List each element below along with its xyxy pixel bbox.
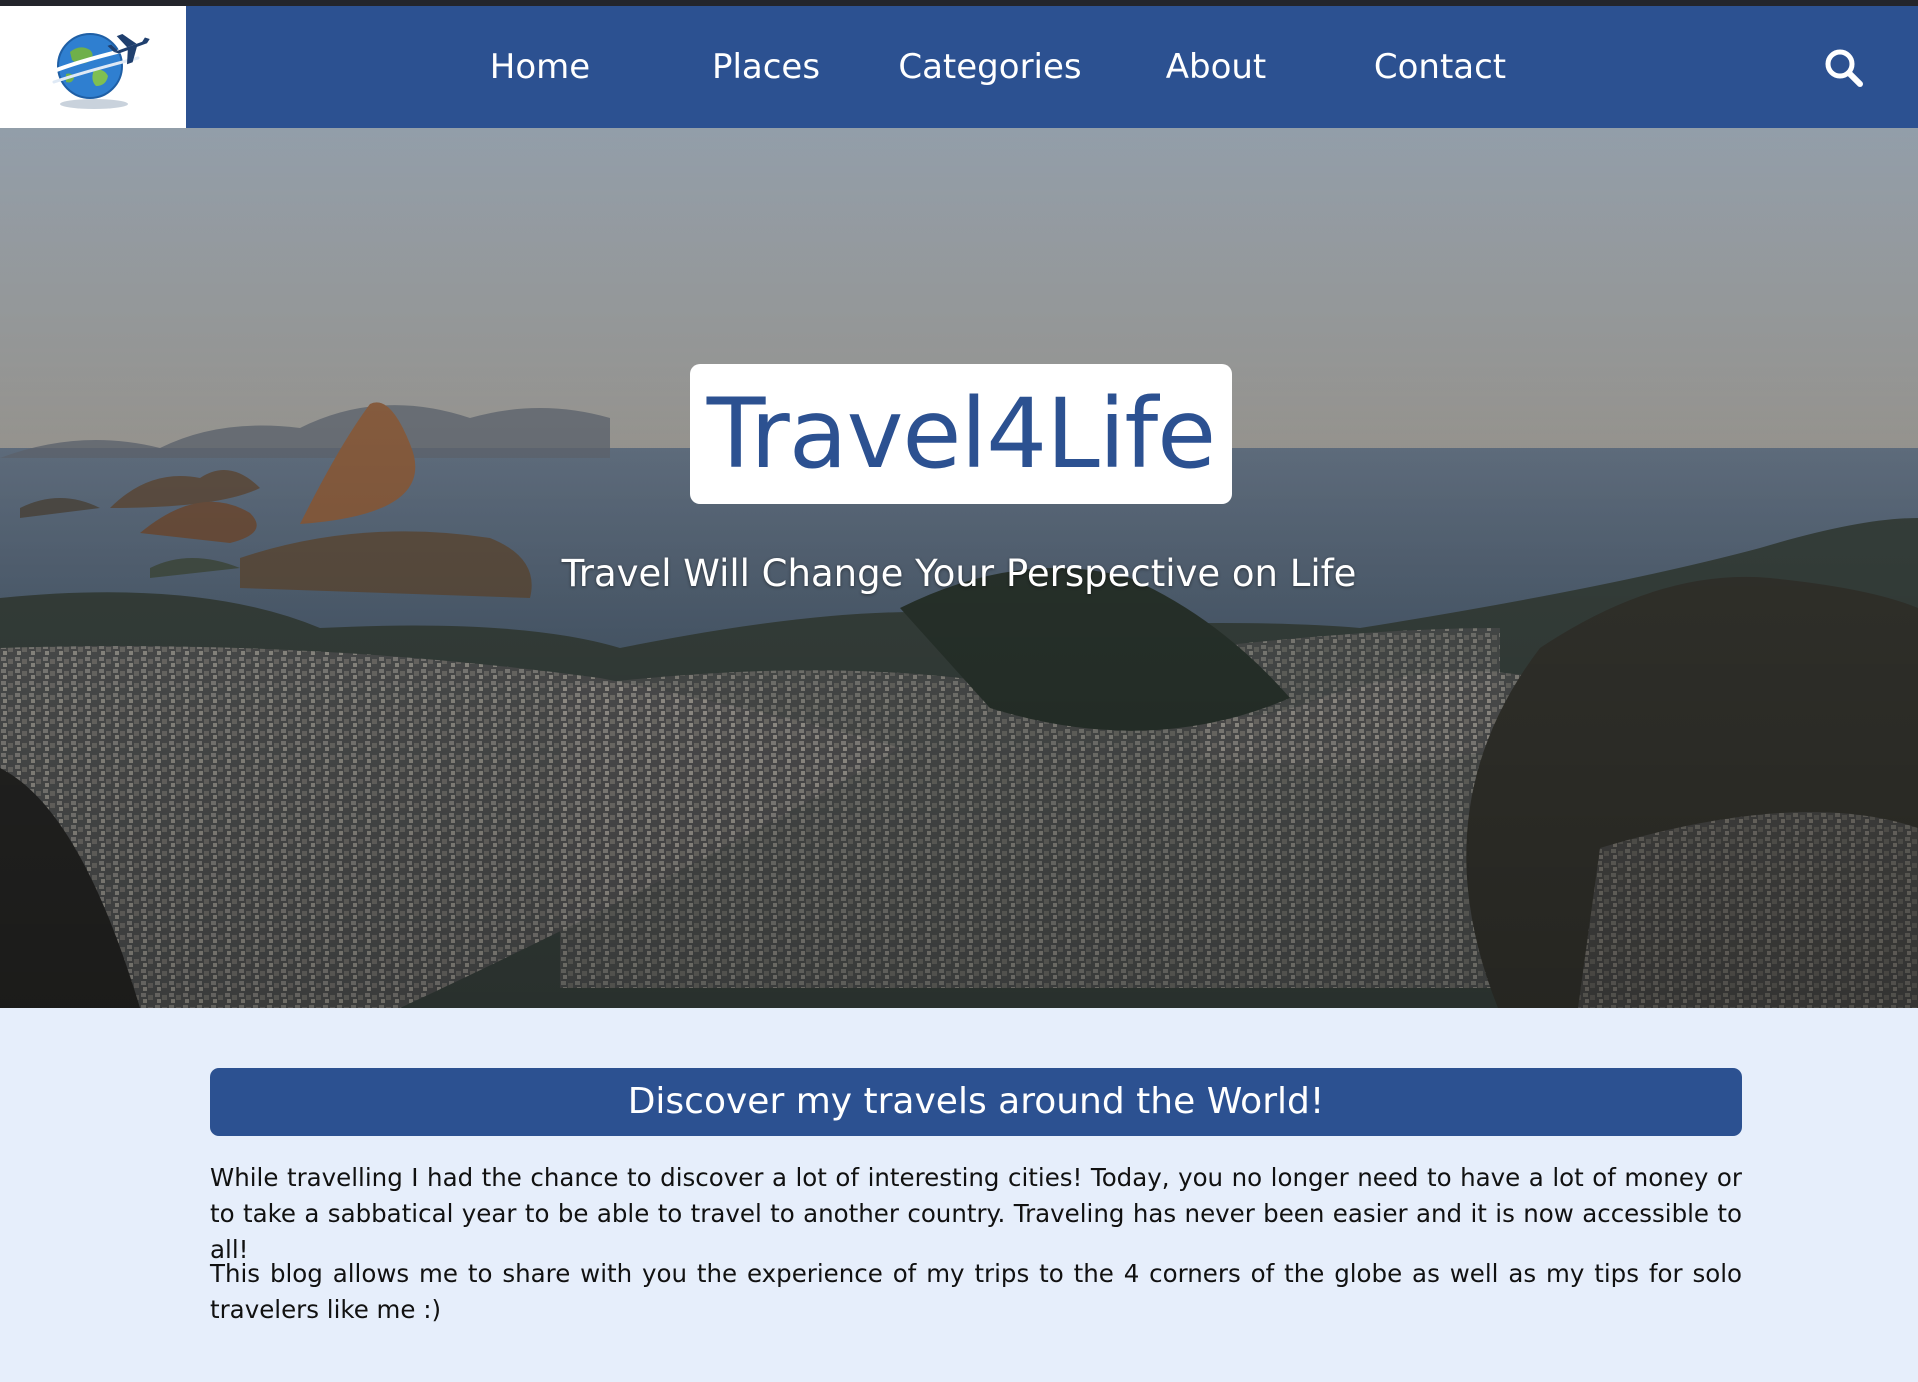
hero-tagline: Travel Will Change Your Perspective on L… [561, 552, 1357, 595]
nav-places[interactable]: Places [696, 6, 836, 128]
search-button[interactable] [1822, 46, 1866, 90]
nav-contact[interactable]: Contact [1370, 6, 1510, 128]
intro-heading: Discover my travels around the World! [210, 1068, 1742, 1136]
hero-section: Travel4Life Travel Will Change Your Pers… [0, 128, 1918, 1008]
intro-section: Discover my travels around the World! Wh… [0, 1008, 1918, 1382]
site-logo[interactable] [0, 6, 186, 128]
nav-categories[interactable]: Categories [890, 6, 1090, 128]
nav-home[interactable]: Home [470, 6, 610, 128]
globe-airplane-logo-icon [40, 33, 150, 109]
navbar: Home Places Categories About Contact [0, 6, 1918, 128]
hero-title: Travel4Life [690, 364, 1232, 504]
search-icon [1825, 49, 1863, 87]
intro-paragraph: While travelling I had the chance to dis… [210, 1163, 1742, 1264]
intro-paragraph: This blog allows me to share with you th… [210, 1259, 1742, 1324]
nav-about[interactable]: About [1146, 6, 1286, 128]
